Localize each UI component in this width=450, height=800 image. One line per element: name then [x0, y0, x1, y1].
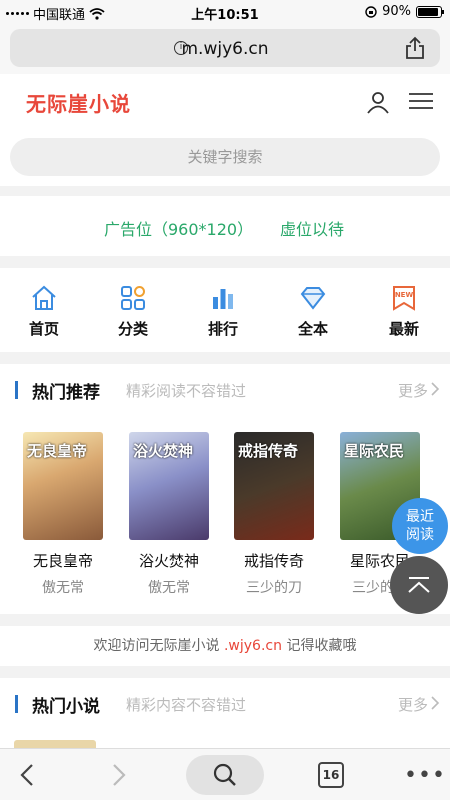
tabs-button[interactable]: 16: [318, 762, 344, 788]
browser-address-area: i m.wjy6.cn: [0, 24, 450, 74]
new-icon: NEW: [393, 286, 415, 311]
nav-home-label: 首页: [28, 320, 59, 338]
chevron-right-icon[interactable]: [430, 382, 440, 396]
menu-icon[interactable]: [408, 92, 434, 110]
cover-title: 星际农民: [344, 442, 405, 460]
section-subtitle: 精彩内容不容错过: [126, 696, 247, 714]
battery-percent: 90%: [382, 4, 411, 19]
nav-latest-label: 最新: [388, 320, 419, 338]
section-title: 热门推荐: [32, 383, 100, 403]
nav-rank-label: 排行: [207, 320, 238, 338]
nav-category-label: 分类: [117, 320, 148, 338]
status-bar: 中国联通 上午10:51 90%: [0, 0, 450, 24]
book-cover[interactable]: 戒指传奇: [234, 432, 314, 540]
cover-title: 无良皇帝: [27, 442, 88, 460]
book-author: 傲无常: [148, 580, 190, 596]
share-icon[interactable]: [404, 36, 426, 60]
hot-recommend-section: 热门推荐 精彩阅读不容错过 更多 无良皇帝 无良皇帝 傲无常 浴火焚神 浴火焚神…: [0, 364, 450, 614]
url-text[interactable]: m.wjy6.cn: [10, 39, 440, 59]
arrow-up-icon: [408, 577, 430, 593]
more-link[interactable]: 更多: [398, 694, 428, 715]
section-subtitle: 精彩阅读不容错过: [126, 382, 247, 400]
orientation-lock-icon: [365, 5, 377, 18]
hot-novels-section: 热门小说 精彩内容不容错过 更多: [0, 678, 450, 750]
cover-title: 浴火焚神: [133, 442, 194, 460]
search-area: 关键字搜索: [0, 128, 450, 186]
book-title[interactable]: 戒指传奇: [228, 550, 320, 571]
battery-icon: [416, 5, 444, 18]
book-cover[interactable]: 无良皇帝: [23, 432, 103, 540]
home-icon: [32, 285, 56, 310]
welcome-domain: .wjy6.cn: [223, 638, 282, 654]
status-right: 90%: [365, 4, 444, 19]
back-to-top-button[interactable]: [390, 556, 448, 614]
site-logo[interactable]: 无际崖小说: [26, 88, 131, 117]
ad-banner[interactable]: 广告位（960*120） 虚位以待: [0, 196, 450, 256]
nav-latest[interactable]: NEW 最新: [374, 284, 434, 339]
address-bar[interactable]: i m.wjy6.cn: [10, 29, 440, 67]
site-header: 无际崖小说: [0, 74, 450, 128]
diamond-icon: [300, 287, 326, 310]
book-author: 傲无常: [42, 580, 84, 596]
rank-icon: [213, 289, 233, 309]
ad-slot-label: 广告位（960*120）: [104, 220, 254, 239]
book-cover[interactable]: 浴火焚神: [129, 432, 209, 540]
svg-text:NEW: NEW: [395, 291, 414, 299]
welcome-suffix: 记得收藏哦: [286, 638, 357, 654]
book-card[interactable]: 浴火焚神 浴火焚神 傲无常: [123, 432, 215, 597]
nav-rank[interactable]: 排行: [193, 284, 253, 339]
book-card[interactable]: 戒指传奇 戒指传奇 三少的刀: [228, 432, 320, 597]
category-icon: [121, 286, 145, 310]
book-card[interactable]: 无良皇帝 无良皇帝 傲无常: [17, 432, 109, 597]
section-header: 热门推荐 精彩阅读不容错过 更多: [0, 364, 450, 410]
chevron-right-icon[interactable]: [430, 696, 440, 710]
user-icon[interactable]: [366, 90, 390, 114]
nav-complete[interactable]: 全本: [283, 284, 343, 339]
cover-title: 戒指传奇: [238, 442, 299, 460]
search-icon: [213, 763, 236, 786]
browser-search-button[interactable]: [186, 755, 264, 795]
welcome-banner: 欢迎访问无际崖小说 .wjy6.cn 记得收藏哦: [0, 626, 450, 666]
ad-vacancy-label: 虚位以待: [280, 220, 345, 239]
more-link[interactable]: 更多: [398, 380, 428, 401]
recent-line2: 阅读: [406, 527, 434, 543]
nav-complete-label: 全本: [297, 320, 328, 338]
main-nav: 首页 分类 排行 全本 NEW 最新: [0, 268, 450, 352]
more-options-icon[interactable]: •••: [404, 763, 446, 788]
book-title[interactable]: 浴火焚神: [123, 550, 215, 571]
search-input[interactable]: 关键字搜索: [10, 138, 440, 176]
forward-icon[interactable]: [110, 763, 128, 787]
section-accent-bar: [15, 381, 18, 399]
section-header: 热门小说 精彩内容不容错过 更多: [0, 678, 450, 724]
section-title: 热门小说: [32, 697, 100, 717]
recent-reading-button[interactable]: 最近 阅读: [392, 498, 448, 554]
section-accent-bar: [15, 695, 18, 713]
recent-line1: 最近: [406, 509, 434, 525]
battery-fill: [418, 7, 438, 16]
book-author: 三少的刀: [246, 580, 302, 596]
book-title[interactable]: 无良皇帝: [17, 550, 109, 571]
nav-home[interactable]: 首页: [14, 284, 74, 339]
welcome-prefix: 欢迎访问无际崖小说: [93, 638, 220, 654]
nav-category[interactable]: 分类: [103, 284, 163, 339]
back-icon[interactable]: [18, 763, 36, 787]
browser-toolbar: 16 •••: [0, 748, 450, 800]
